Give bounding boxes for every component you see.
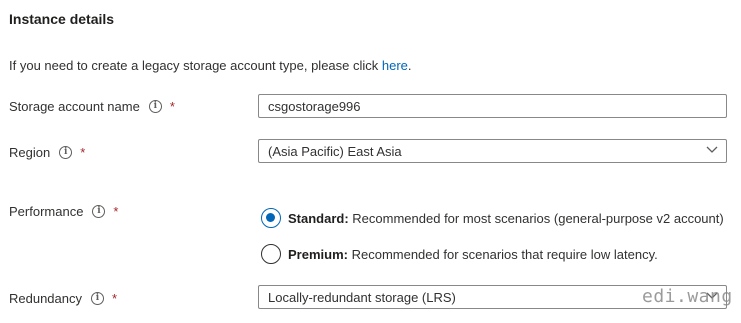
storage-account-name-value: csgostorage996: [268, 98, 361, 114]
region-label: Region i *: [9, 145, 85, 160]
option-title: Premium:: [288, 247, 348, 262]
storage-account-name-label: Storage account name i *: [9, 99, 175, 114]
region-value: (Asia Pacific) East Asia: [268, 143, 402, 159]
region-dropdown[interactable]: (Asia Pacific) East Asia: [258, 139, 727, 163]
info-icon[interactable]: i: [92, 205, 106, 218]
required-marker: *: [80, 145, 86, 160]
performance-standard-radio[interactable]: [261, 208, 281, 228]
info-icon[interactable]: i: [59, 146, 73, 159]
performance-premium-radio[interactable]: [261, 244, 281, 264]
option-description: Recommended for scenarios that require l…: [351, 247, 658, 262]
info-icon[interactable]: i: [91, 292, 104, 305]
option-title: Standard:: [288, 211, 349, 226]
performance-label: Performance i *: [9, 204, 118, 219]
watermark: edi.wang: [642, 286, 733, 307]
legacy-storage-notice: If you need to create a legacy storage a…: [9, 58, 412, 73]
redundancy-label: Redundancy i *: [9, 291, 117, 306]
notice-text: If you need to create a legacy storage a…: [9, 58, 382, 73]
legacy-storage-link[interactable]: here: [382, 58, 408, 73]
performance-label-text: Performance: [9, 204, 84, 219]
chevron-down-icon: [706, 146, 718, 153]
required-marker: *: [169, 99, 175, 114]
notice-end: .: [407, 58, 412, 73]
required-marker: *: [112, 291, 118, 306]
required-marker: *: [113, 204, 119, 219]
section-title: Instance details: [9, 11, 115, 27]
storage-account-name-label-text: Storage account name: [9, 99, 140, 114]
region-label-text: Region: [9, 145, 51, 160]
info-icon[interactable]: i: [148, 100, 162, 113]
storage-account-name-input[interactable]: csgostorage996: [258, 94, 727, 118]
option-description: Recommended for most scenarios (general-…: [352, 211, 724, 226]
redundancy-label-text: Redundancy: [9, 291, 82, 306]
performance-premium-option[interactable]: Premium: Recommended for scenarios that …: [288, 247, 658, 262]
redundancy-value: Locally-redundant storage (LRS): [268, 289, 456, 305]
performance-standard-option[interactable]: Standard: Recommended for most scenarios…: [288, 211, 724, 226]
